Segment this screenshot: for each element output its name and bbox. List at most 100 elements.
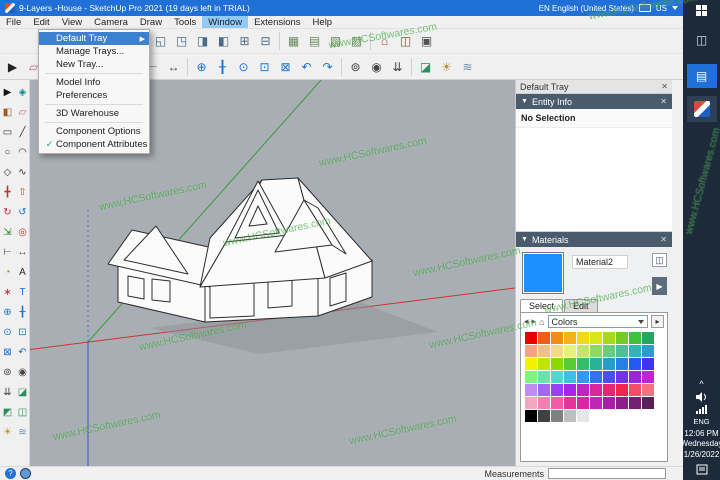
section-plane-icon[interactable]: ◪: [415, 56, 436, 77]
freehand-tool-icon[interactable]: ∿: [16, 165, 30, 179]
entity-info-close-icon[interactable]: ✕: [660, 97, 667, 106]
follow-me-tool-icon[interactable]: ↺: [16, 205, 30, 219]
color-swatch[interactable]: [525, 358, 537, 370]
color-swatch[interactable]: [603, 384, 615, 396]
menu-item-model-info[interactable]: Model Info: [39, 76, 149, 89]
color-swatch[interactable]: [590, 371, 602, 383]
color-swatch[interactable]: [564, 384, 576, 396]
color-swatch[interactable]: [564, 397, 576, 409]
sketchup-taskbar-icon[interactable]: [686, 96, 717, 122]
tab-edit[interactable]: Edit: [564, 299, 598, 312]
color-swatch[interactable]: [564, 358, 576, 370]
color-swatch[interactable]: [551, 358, 563, 370]
position-camera-icon[interactable]: ⊚: [1, 365, 15, 379]
language-bar[interactable]: EN English (United States) US: [539, 4, 678, 13]
rotate-tool-icon[interactable]: ↻: [1, 205, 15, 219]
text-tool-icon[interactable]: A: [16, 265, 30, 279]
menu-item-preferences[interactable]: Preferences: [39, 89, 149, 102]
color-swatch[interactable]: [538, 397, 550, 409]
axes-tool-icon[interactable]: ∗: [1, 285, 15, 299]
materials-header[interactable]: ▼ Materials ✕: [516, 232, 672, 247]
color-swatch[interactable]: [629, 332, 641, 344]
color-swatch[interactable]: [590, 397, 602, 409]
speaker-icon[interactable]: [695, 391, 708, 402]
color-swatch[interactable]: [577, 384, 589, 396]
solid-subtract-icon[interactable]: ◨: [192, 31, 213, 52]
materials-close-icon[interactable]: ✕: [660, 235, 667, 244]
zoom-window-tool-icon[interactable]: ⊡: [16, 325, 30, 339]
color-swatch[interactable]: [577, 410, 589, 422]
scale-tool-icon[interactable]: ⇲: [1, 225, 15, 239]
clock[interactable]: 12:06 PM Wednesday 1/26/2022: [680, 429, 720, 461]
dimension-tool-icon[interactable]: ↔: [163, 56, 184, 77]
color-swatch[interactable]: [538, 384, 550, 396]
menu-item-component-options[interactable]: Component Options: [39, 125, 149, 138]
start-button[interactable]: [696, 5, 707, 16]
previous-view-icon[interactable]: ↶: [296, 56, 317, 77]
dimension-tool-icon[interactable]: ↔: [16, 245, 30, 259]
menu-item-manage-trays[interactable]: Manage Trays...: [39, 45, 149, 58]
details-button[interactable]: ▸: [651, 315, 664, 328]
color-swatch[interactable]: [642, 371, 654, 383]
geolocation-icon[interactable]: [20, 468, 31, 479]
house-model[interactable]: [107, 177, 373, 323]
color-swatch[interactable]: [525, 332, 537, 344]
section-display-icon[interactable]: ◫: [16, 405, 30, 419]
zoom-extents-icon[interactable]: ⊠: [275, 56, 296, 77]
orbit-tool-icon[interactable]: ⊕: [191, 56, 212, 77]
menu-draw[interactable]: Draw: [134, 16, 168, 28]
paint-bucket-icon[interactable]: ◧: [1, 105, 15, 119]
line-tool-icon[interactable]: ╱: [16, 125, 30, 139]
color-swatch[interactable]: [642, 358, 654, 370]
color-swatch[interactable]: [629, 371, 641, 383]
color-swatch[interactable]: [551, 384, 563, 396]
menu-extensions[interactable]: Extensions: [248, 16, 306, 28]
color-swatch[interactable]: [603, 345, 615, 357]
color-swatch[interactable]: [603, 371, 615, 383]
3d-text-tool-icon[interactable]: T: [16, 285, 30, 299]
previous-view-icon[interactable]: ↶: [16, 345, 30, 359]
look-around-icon[interactable]: ◉: [366, 56, 387, 77]
color-swatch[interactable]: [629, 384, 641, 396]
zoom-window-tool-icon[interactable]: ⊡: [254, 56, 275, 77]
help-icon[interactable]: ?: [5, 468, 16, 479]
3d-warehouse-icon[interactable]: ⌂: [374, 31, 395, 52]
menu-window[interactable]: Window: [202, 16, 249, 28]
solid-union-icon[interactable]: ◳: [171, 31, 192, 52]
extension-warehouse-icon[interactable]: ◫: [395, 31, 416, 52]
color-swatch[interactable]: [603, 358, 615, 370]
color-swatch[interactable]: [590, 332, 602, 344]
color-swatch[interactable]: [642, 397, 654, 409]
zoom-tool-icon[interactable]: ⊙: [1, 325, 15, 339]
look-around-icon[interactable]: ◉: [16, 365, 30, 379]
color-swatch[interactable]: [577, 345, 589, 357]
move-tool-icon[interactable]: ╋: [1, 185, 15, 199]
color-swatch[interactable]: [538, 358, 550, 370]
color-swatch[interactable]: [551, 332, 563, 344]
keyboard-layout-label[interactable]: US: [656, 4, 667, 13]
color-swatch[interactable]: [577, 371, 589, 383]
position-camera-icon[interactable]: ⊚: [345, 56, 366, 77]
material-name[interactable]: Material2: [572, 255, 629, 269]
menu-item-3d-warehouse[interactable]: 3D Warehouse: [39, 107, 149, 120]
measurements-input[interactable]: [548, 468, 666, 479]
menu-item-default-tray[interactable]: Default Tray ▶: [39, 32, 149, 45]
color-swatch[interactable]: [538, 371, 550, 383]
color-swatch[interactable]: [577, 358, 589, 370]
next-view-icon[interactable]: ↷: [317, 56, 338, 77]
color-swatch[interactable]: [551, 371, 563, 383]
model-info-icon[interactable]: ▣: [416, 31, 437, 52]
stamp-icon[interactable]: ▨: [346, 31, 367, 52]
menu-item-component-attributes[interactable]: ✓ Component Attributes: [39, 138, 149, 151]
solid-outer-shell-icon[interactable]: ◱: [150, 31, 171, 52]
color-swatch[interactable]: [564, 410, 576, 422]
shadows-toggle-icon[interactable]: ☀: [436, 56, 457, 77]
color-swatch[interactable]: [577, 397, 589, 409]
circle-tool-icon[interactable]: ○: [1, 145, 15, 159]
color-swatch[interactable]: [525, 345, 537, 357]
solid-split-icon[interactable]: ⊟: [255, 31, 276, 52]
make-component-icon[interactable]: ◈: [16, 85, 30, 99]
collapse-arrow-icon[interactable]: ▼: [521, 98, 528, 105]
color-swatch[interactable]: [616, 371, 628, 383]
color-swatch[interactable]: [538, 345, 550, 357]
